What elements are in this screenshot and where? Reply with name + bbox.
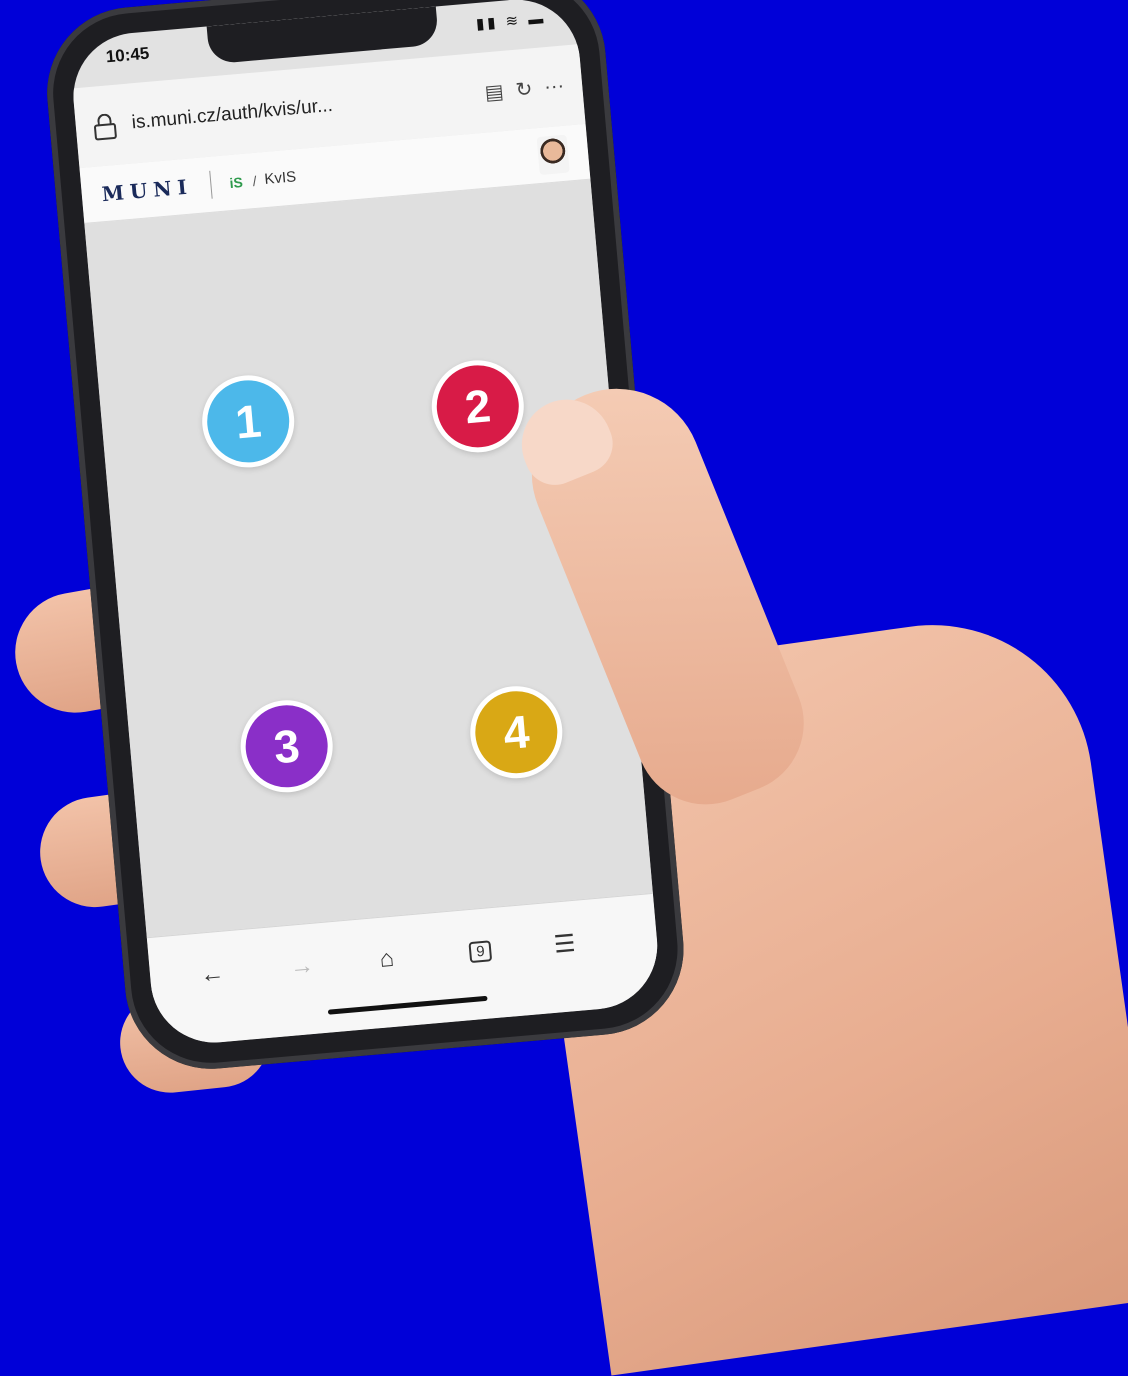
muni-logo[interactable]: MUNI — [101, 174, 194, 206]
lock-icon — [93, 113, 118, 141]
circle-button-4[interactable]: 4 — [466, 682, 567, 783]
circle-button-3[interactable]: 3 — [236, 696, 337, 797]
home-indicator — [327, 995, 488, 1015]
tabs-count-icon[interactable]: 9 — [468, 940, 493, 964]
breadcrumb-kvis[interactable]: KvIS — [264, 168, 297, 188]
menu-icon[interactable]: ☰ — [553, 929, 577, 960]
reload-icon[interactable]: ↻ — [514, 76, 534, 102]
home-icon[interactable]: ⌂ — [378, 945, 395, 974]
wifi-icon: ≋ — [504, 12, 522, 31]
back-arrow-icon[interactable]: ← — [199, 960, 225, 990]
reader-icon[interactable]: ▤ — [484, 78, 505, 105]
forward-arrow-icon[interactable]: → — [289, 952, 315, 982]
battery-icon: ▬ — [527, 9, 547, 29]
header-divider — [209, 170, 213, 199]
circle-button-1[interactable]: 1 — [198, 371, 299, 472]
notch — [206, 6, 440, 65]
status-time: 10:45 — [105, 43, 151, 67]
status-icons: ▮▮ ≋ ▬ — [475, 9, 547, 33]
avatar[interactable] — [536, 134, 570, 175]
breadcrumb-separator: / — [251, 172, 258, 189]
circle-button-2[interactable]: 2 — [427, 356, 528, 457]
is-logo[interactable]: iS — [229, 173, 244, 190]
more-menu-button[interactable]: ··· — [543, 74, 565, 99]
signal-icon: ▮▮ — [475, 14, 500, 33]
url-text[interactable]: is.muni.cz/auth/kvis/ur... — [131, 83, 474, 135]
